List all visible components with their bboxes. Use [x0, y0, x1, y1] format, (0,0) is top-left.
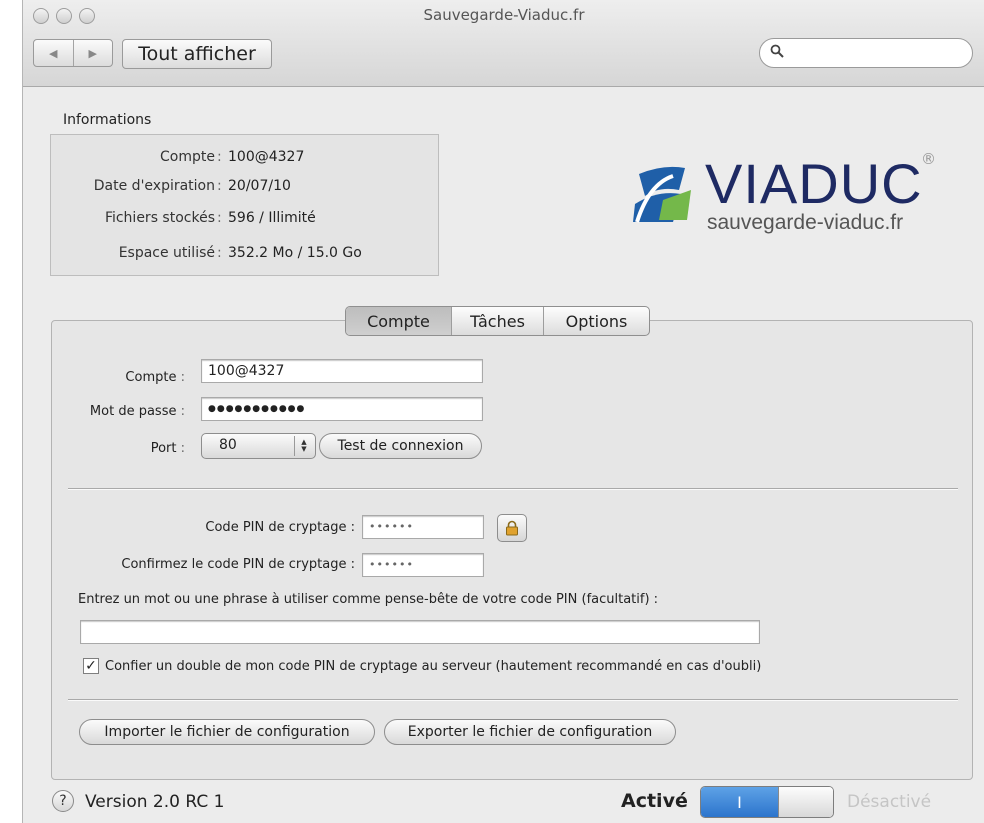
info-row-space: Espace utilisé : 352.2 Mo / 15.0 Go	[118, 245, 362, 261]
port-value: 80	[219, 437, 237, 453]
back-forward-control: ◀ ▶	[33, 39, 113, 67]
port-field-label: Port :	[150, 441, 185, 456]
tab-content-panel	[51, 320, 973, 780]
version-label: Version 2.0 RC 1	[85, 792, 225, 812]
port-select[interactable]: 80 ▲ ▼	[201, 433, 316, 459]
import-config-button[interactable]: Importer le fichier de configuration	[79, 719, 375, 745]
show-all-button[interactable]: Tout afficher	[122, 39, 272, 69]
pin-hint-field[interactable]	[80, 620, 760, 644]
info-label: Date d'expiration	[93, 178, 215, 194]
help-icon: ?	[59, 793, 67, 809]
account-info-box: Compte : 100@4327 Date d'expiration : 20…	[50, 134, 439, 276]
tab-taches[interactable]: Tâches	[451, 307, 543, 335]
activation-toggle[interactable]: I	[700, 786, 834, 818]
info-value: 596 / Illimité	[228, 210, 316, 226]
search-input[interactable]	[759, 38, 973, 68]
back-arrow-icon: ◀	[49, 46, 58, 60]
logo-wordmark: VIADUC	[705, 152, 923, 215]
pin-code-label: Code PIN de cryptage :	[205, 520, 355, 535]
viaduc-logo: VIADUC ® sauvegarde-viaduc.fr	[623, 150, 963, 252]
viaduc-logo-mark-icon	[633, 166, 691, 223]
info-label: Espace utilisé	[118, 245, 215, 261]
informations-group-label: Informations	[63, 112, 152, 128]
pin-confirm-label: Confirmez le code PIN de cryptage :	[121, 557, 355, 572]
forward-arrow-icon: ▶	[88, 46, 97, 60]
test-connection-button[interactable]: Test de connexion	[319, 433, 482, 459]
stepper-arrows-icon: ▲ ▼	[294, 436, 313, 456]
section-divider	[68, 488, 958, 490]
active-label: Activé	[621, 790, 688, 812]
lock-icon	[506, 520, 518, 536]
info-label: Fichiers stockés	[104, 210, 215, 226]
window-title: Sauvegarde-Viaduc.fr	[423, 6, 585, 24]
help-button[interactable]: ?	[52, 790, 74, 812]
escrow-checkbox[interactable]: ✓	[83, 658, 99, 674]
escrow-label: Confier un double de mon code PIN de cry…	[105, 659, 762, 674]
info-value: 100@4327	[228, 149, 305, 165]
titlebar: Sauvegarde-Viaduc.fr ◀ ▶ Tout afficher	[23, 0, 984, 87]
back-button[interactable]: ◀	[34, 40, 73, 66]
pin-confirm-field[interactable]: ••••••	[362, 553, 484, 577]
pin-code-field[interactable]: ••••••	[362, 515, 484, 539]
info-value: 20/07/10	[228, 178, 291, 194]
toggle-on-indicator: I	[701, 787, 778, 817]
preferences-window: Sauvegarde-Viaduc.fr ◀ ▶ Tout afficher I…	[22, 0, 984, 823]
inactive-label: Désactivé	[847, 792, 932, 812]
info-row-account: Compte : 100@4327	[160, 149, 305, 165]
checkmark-icon: ✓	[85, 658, 97, 674]
section-divider	[68, 699, 958, 701]
logo-url: sauvegarde-viaduc.fr	[707, 211, 904, 234]
tab-options[interactable]: Options	[543, 307, 649, 335]
info-label: Compte	[160, 149, 215, 165]
password-field-label: Mot de passe :	[89, 404, 185, 419]
export-config-button[interactable]: Exporter le fichier de configuration	[384, 719, 676, 745]
lock-button[interactable]	[497, 514, 527, 542]
tab-compte[interactable]: Compte	[346, 307, 451, 335]
info-value: 352.2 Mo / 15.0 Go	[228, 245, 362, 261]
info-row-files: Fichiers stockés : 596 / Illimité	[104, 210, 316, 226]
compte-field-label: Compte :	[125, 370, 185, 385]
info-row-expiration: Date d'expiration : 20/07/10	[93, 178, 291, 194]
password-field[interactable]: ●●●●●●●●●●●	[201, 397, 483, 421]
tab-bar: Compte Tâches Options	[345, 306, 650, 336]
pin-hint-label: Entrez un mot ou une phrase à utiliser c…	[78, 592, 659, 607]
registered-mark: ®	[921, 150, 936, 168]
search-icon	[770, 44, 784, 58]
forward-button[interactable]: ▶	[72, 40, 113, 66]
compte-field[interactable]: 100@4327	[201, 359, 483, 383]
toggle-knob	[778, 787, 833, 817]
